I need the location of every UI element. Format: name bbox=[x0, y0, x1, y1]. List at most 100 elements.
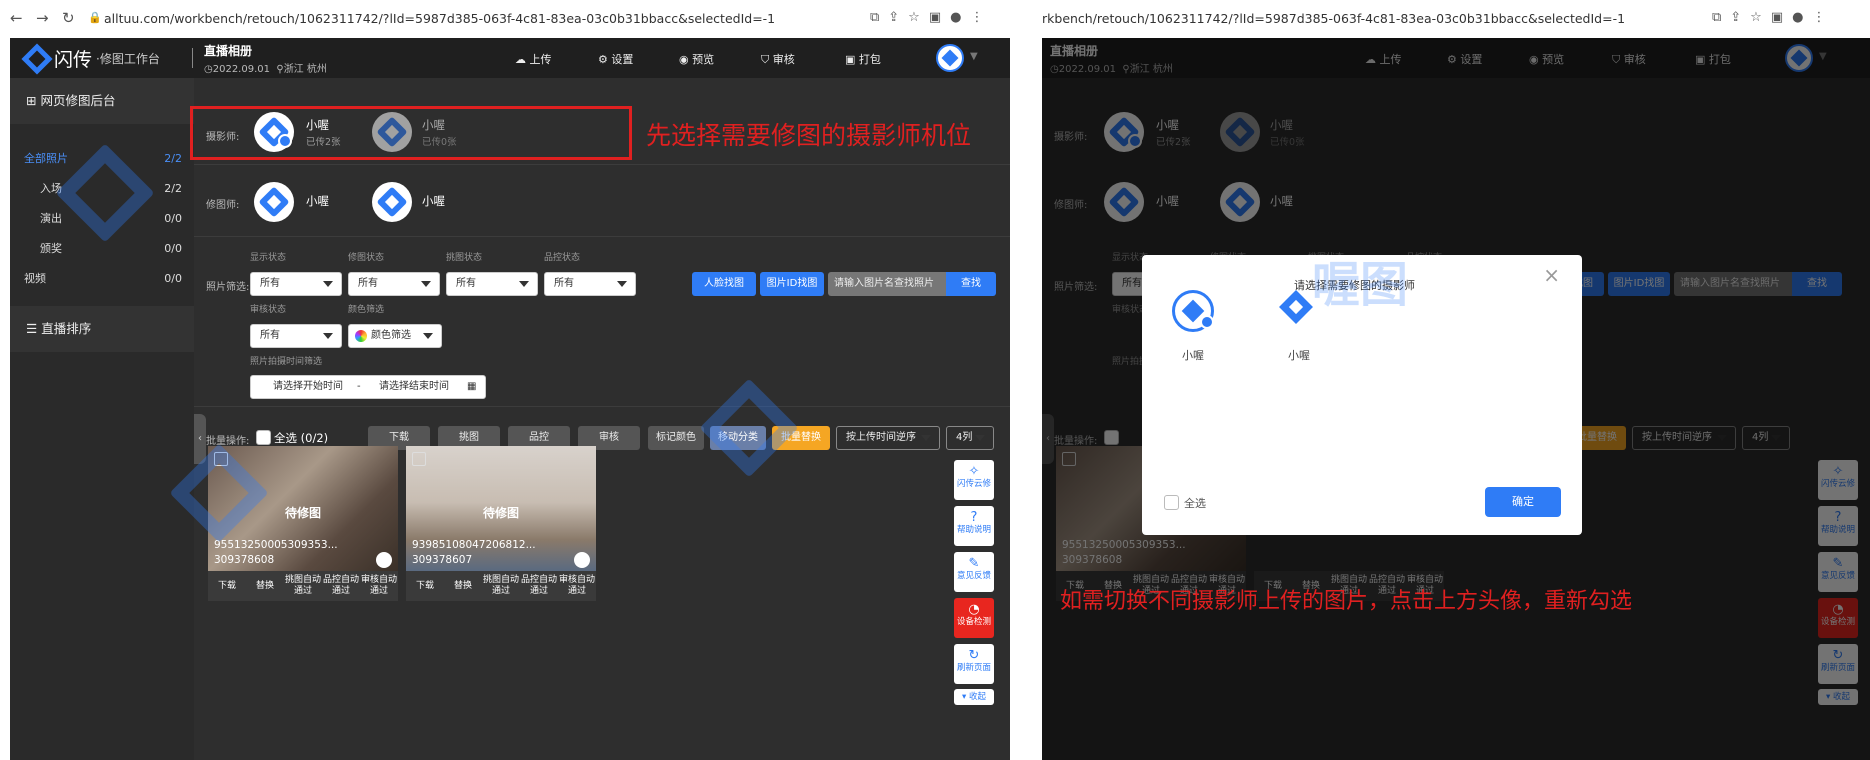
upload-icon: ☁ bbox=[515, 53, 526, 66]
photo-name-line2: 309378607 bbox=[412, 554, 473, 566]
album-title: 直播相册 bbox=[204, 44, 253, 58]
photo-ops-1: 下载 替换 挑图自动通过 品控自动通过 审核自动通过 bbox=[208, 571, 398, 601]
edit-icon: ✎ bbox=[968, 556, 980, 571]
photo-select-dot[interactable] bbox=[376, 552, 392, 568]
sidebar-header-label: 网页修图后台 bbox=[40, 93, 116, 108]
nav-pack[interactable]: ▣ 打包 bbox=[845, 51, 881, 67]
browser-actions-icon[interactable]: ⧉⇪☆▣●⋮ bbox=[870, 10, 992, 25]
forward-icon[interactable]: → bbox=[36, 9, 49, 27]
filter-retouch-select[interactable]: 所有 bbox=[348, 272, 440, 296]
reload-icon[interactable]: ↻ bbox=[62, 9, 75, 27]
photo-name-search-input[interactable]: 请输入图片名查找照片 bbox=[828, 272, 946, 296]
nav-settings[interactable]: ⚙ 设置 bbox=[598, 51, 633, 67]
columns-select[interactable]: 4列 bbox=[946, 426, 994, 450]
url-bar[interactable]: alltuu.com/workbench/retouch/1062311742/… bbox=[104, 11, 775, 26]
device-check-tool[interactable]: ◔设备检测 bbox=[954, 598, 994, 638]
back-icon[interactable]: ← bbox=[10, 9, 23, 27]
op-qc-auto[interactable]: 品控自动通过 bbox=[520, 571, 558, 601]
sidebar-item-count: 2/2 bbox=[164, 152, 182, 165]
nav-preview[interactable]: ◉ 预览 bbox=[679, 51, 714, 67]
user-menu-chevron-icon[interactable]: ▼ bbox=[970, 51, 978, 62]
feedback-tool[interactable]: ✎意见反馈 bbox=[954, 552, 994, 592]
photo-checkbox[interactable] bbox=[412, 452, 426, 466]
refresh-tool[interactable]: ↻刷新页面 bbox=[954, 644, 994, 684]
mark-color-button[interactable]: 标记颜色 bbox=[648, 426, 704, 450]
cloud-retouch-tool[interactable]: ✧闪传云修 bbox=[954, 460, 994, 500]
help-tool[interactable]: ?帮助说明 bbox=[954, 506, 994, 546]
tool-check-label: 设备检测 bbox=[956, 617, 991, 627]
op-pick-auto[interactable]: 挑图自动通过 bbox=[284, 571, 322, 601]
selected-count: (0/2) bbox=[300, 431, 329, 445]
eye-icon: ◉ bbox=[679, 53, 689, 66]
browser-bar: rkbench/retouch/1062311742/?lId=5987d385… bbox=[1042, 0, 1870, 38]
photo-select-dot[interactable] bbox=[574, 552, 590, 568]
batch-label: 批量操作: bbox=[206, 436, 250, 447]
logo: 闪传 ·修图工作台 bbox=[21, 42, 160, 75]
live-sort[interactable]: ☰ 直播排序 bbox=[10, 306, 194, 352]
highlight-box bbox=[190, 106, 632, 160]
logo-subtitle: ·修图工作台 bbox=[96, 52, 160, 66]
op-review-auto[interactable]: 审核自动通过 bbox=[360, 571, 398, 601]
select-all-checkbox[interactable] bbox=[256, 430, 271, 445]
annotation-text: 如需切换不同摄影师上传的图片，点击上方头像，重新勾选 bbox=[1060, 589, 1633, 614]
app-window: 闪传 ·修图工作台 直播相册 ◷2022.09.01 ⚲浙江 杭州 ☁ 上传 ⚙… bbox=[10, 38, 1010, 760]
album-location: 浙江 杭州 bbox=[283, 64, 327, 75]
op-download[interactable]: 下载 bbox=[208, 571, 246, 601]
op-replace[interactable]: 替换 bbox=[444, 571, 482, 601]
user-avatar[interactable] bbox=[936, 44, 964, 72]
album-meta: ◷2022.09.01 ⚲浙江 杭州 bbox=[204, 64, 327, 75]
modal-select-all-label: 全选 bbox=[1184, 497, 1206, 510]
op-replace[interactable]: 替换 bbox=[246, 571, 284, 601]
search-button[interactable]: 查找 bbox=[946, 272, 996, 296]
sidebar: ⊞ 网页修图后台 全部照片 2/2 入场 2/2 演出 0/0 颁奖 0/0 视频 0/0… bbox=[10, 78, 194, 760]
pack-icon: ▣ bbox=[845, 53, 856, 66]
op-qc-auto[interactable]: 品控自动通过 bbox=[322, 571, 360, 601]
op-download[interactable]: 下载 bbox=[406, 571, 444, 601]
confirm-button[interactable]: 确定 bbox=[1485, 487, 1561, 517]
nav-review-label: 审核 bbox=[772, 53, 795, 66]
sidebar-item-count: 0/0 bbox=[164, 212, 182, 225]
sidebar-item-label: 视频 bbox=[24, 272, 46, 285]
filter-qc-select[interactable]: 所有 bbox=[544, 272, 636, 296]
face-search-button[interactable]: 人脸找图 bbox=[692, 272, 756, 296]
modal-photographer-name-1: 小喔 bbox=[1182, 349, 1204, 362]
op-review-auto[interactable]: 审核自动通过 bbox=[558, 571, 596, 601]
nav-upload[interactable]: ☁ 上传 bbox=[515, 51, 552, 67]
sidebar-item-count: 0/0 bbox=[164, 242, 182, 255]
modal-select-all-checkbox[interactable] bbox=[1164, 495, 1179, 510]
filter-display-select[interactable]: 所有 bbox=[250, 272, 342, 296]
sidebar-item-count: 2/2 bbox=[164, 182, 182, 195]
close-icon[interactable]: × bbox=[1543, 263, 1560, 287]
sort-select[interactable]: 按上传时间逆序 bbox=[836, 426, 940, 450]
color-wheel-icon bbox=[355, 330, 367, 342]
browser-actions-icon[interactable]: ⧉⇪☆▣●⋮ bbox=[1712, 10, 1834, 25]
photo-card-2[interactable]: 待修图 93985108047206812... 309378607 bbox=[406, 446, 596, 571]
photo-id-search-button[interactable]: 图片ID找图 bbox=[760, 272, 824, 296]
retoucher-avatar-2[interactable] bbox=[372, 182, 412, 222]
retoucher-avatar-1[interactable] bbox=[254, 182, 294, 222]
check-icon bbox=[1200, 315, 1214, 329]
fold-tool[interactable]: ▾ 收起 bbox=[954, 689, 994, 705]
shield-icon: ⛉ bbox=[761, 53, 770, 66]
time-end: 请选择结束时间 bbox=[379, 381, 449, 392]
op-pick-auto[interactable]: 挑图自动通过 bbox=[482, 571, 520, 601]
filter-pick-select[interactable]: 所有 bbox=[446, 272, 538, 296]
nav-review[interactable]: ⛉ 审核 bbox=[761, 51, 795, 67]
retoucher-label: 修图师: bbox=[206, 200, 240, 211]
sidebar-item-video[interactable]: 视频 0/0 bbox=[10, 264, 194, 294]
sidebar-header[interactable]: ⊞ 网页修图后台 bbox=[10, 78, 194, 124]
tool-feedback-label: 意见反馈 bbox=[956, 571, 991, 581]
calendar-icon: ▦ bbox=[467, 381, 477, 392]
modal-photographer-avatar-2[interactable] bbox=[1279, 290, 1313, 324]
select-all-text: 全选 bbox=[274, 431, 297, 445]
url-bar[interactable]: rkbench/retouch/1062311742/?lId=5987d385… bbox=[1042, 11, 1625, 26]
filter-pick-label: 挑图状态 bbox=[446, 253, 483, 263]
sidebar-item-label: 演出 bbox=[40, 212, 62, 225]
time-range-picker[interactable]: 请选择开始时间 - 请选择结束时间 ▦ bbox=[250, 375, 486, 399]
tool-cloud-label: 闪传云修 bbox=[956, 479, 991, 489]
photo-filename: 93985108047206812... 309378607 bbox=[412, 538, 536, 568]
modal-photographer-name-2: 小喔 bbox=[1288, 349, 1310, 362]
filter-review-select[interactable]: 所有 bbox=[250, 324, 342, 348]
retoucher-name-1: 小喔 bbox=[306, 194, 329, 208]
